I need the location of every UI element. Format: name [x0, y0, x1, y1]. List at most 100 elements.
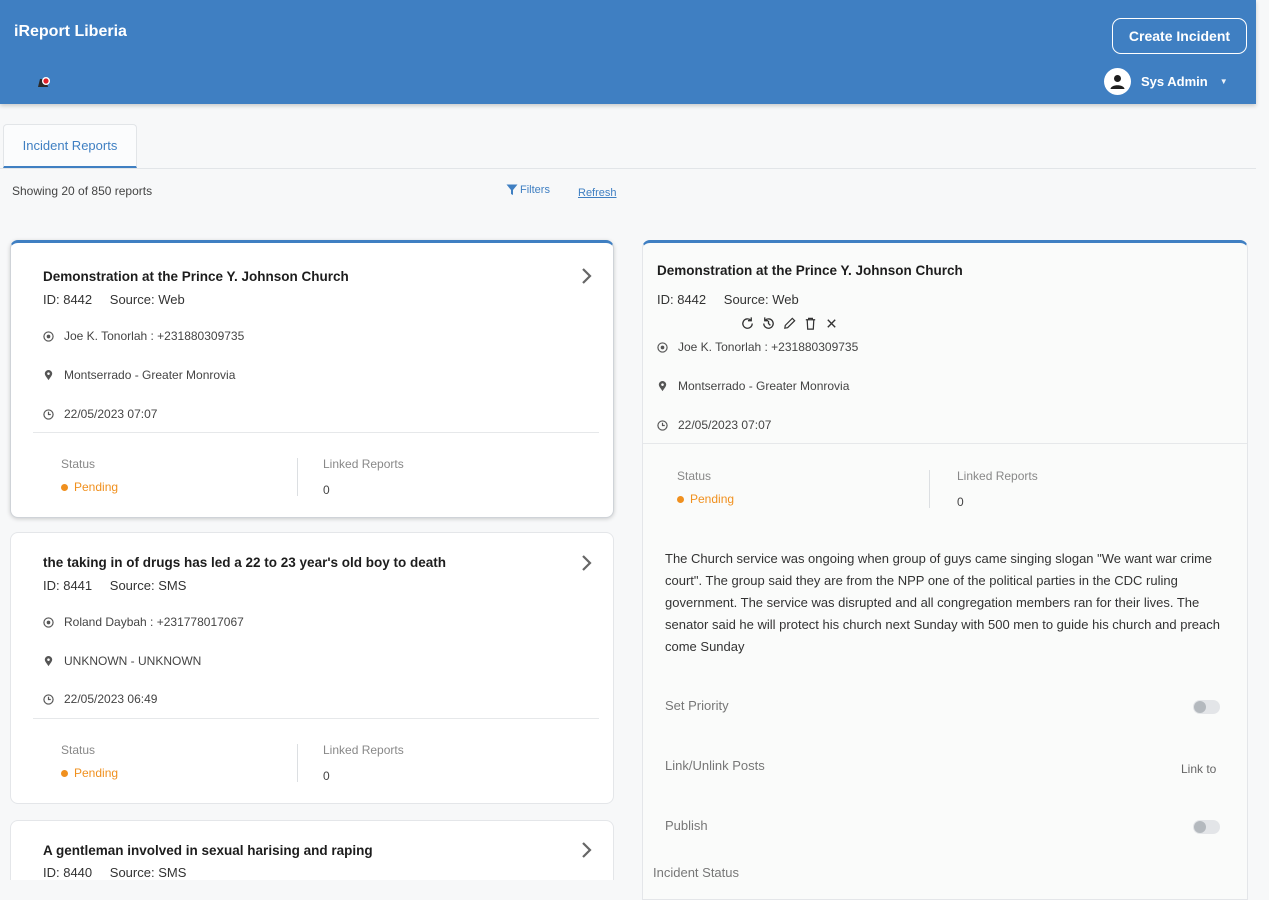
divider — [33, 432, 599, 433]
chevron-down-icon: ▼ — [1219, 77, 1228, 86]
publish-toggle[interactable] — [1193, 820, 1220, 834]
contact-icon — [43, 330, 54, 342]
reporter-row: Roland Daybah : +231778017067 — [43, 615, 244, 629]
report-id: ID: 8440 — [43, 865, 93, 880]
report-title: the taking in of drugs has led a 22 to 2… — [43, 555, 447, 570]
location-text: Montserrado - Greater Monrovia — [678, 379, 850, 393]
divider — [643, 443, 1247, 444]
report-detail-panel: Demonstration at the Prince Y. Johnson C… — [642, 240, 1248, 900]
detail-source: Source: Web — [723, 292, 799, 307]
datetime-row: 22/05/2023 07:07 — [657, 418, 771, 432]
location-pin-icon — [44, 369, 53, 380]
detail-actions — [739, 315, 839, 331]
detail-title: Demonstration at the Prince Y. Johnson C… — [657, 263, 963, 278]
clock-icon — [43, 693, 54, 705]
datetime-text: 22/05/2023 07:07 — [678, 418, 772, 432]
datetime-row: 22/05/2023 07:07 — [43, 407, 157, 421]
location-pin-icon — [658, 380, 667, 391]
divider — [297, 744, 298, 782]
report-card[interactable]: the taking in of drugs has led a 22 to 2… — [10, 532, 614, 804]
chevron-right-icon[interactable] — [581, 267, 593, 285]
reporter-text: Joe K. Tonorlah : +231880309735 — [678, 340, 859, 354]
status-text: Pending — [74, 766, 119, 780]
contact-icon — [657, 341, 668, 353]
results-count: Showing 20 of 850 reports — [12, 184, 153, 198]
report-title: A gentleman involved in sexual harising … — [43, 843, 373, 858]
chevron-right-icon[interactable] — [581, 841, 593, 859]
reporter-row: Joe K. Tonorlah : +231880309735 — [43, 329, 244, 343]
linked-reports-value: 0 — [323, 483, 330, 497]
delete-icon[interactable] — [802, 315, 818, 331]
datetime-text: 22/05/2023 07:07 — [64, 407, 158, 421]
history-icon[interactable] — [760, 315, 776, 331]
divider — [33, 718, 599, 719]
location-row: UNKNOWN - UNKNOWN — [43, 654, 201, 668]
status-label: Status — [61, 743, 96, 757]
avatar — [1104, 68, 1131, 95]
reporter-text: Joe K. Tonorlah : +231880309735 — [64, 329, 245, 343]
tab-bar: Incident Reports — [0, 124, 1256, 169]
refresh-link[interactable]: Refresh — [578, 187, 617, 199]
report-meta: ID: 8440 Source: SMS — [43, 865, 186, 880]
linked-reports-value: 0 — [957, 495, 964, 509]
report-card[interactable]: A gentleman involved in sexual harising … — [10, 820, 614, 880]
link-to-link[interactable]: Link to — [1181, 762, 1216, 776]
report-source: Source: SMS — [109, 578, 187, 593]
notification-icon[interactable] — [36, 75, 52, 89]
contact-icon — [43, 616, 54, 628]
detail-id: ID: 8442 — [657, 292, 707, 307]
status-text: Pending — [74, 480, 119, 494]
location-text: UNKNOWN - UNKNOWN — [64, 654, 202, 668]
report-title: Demonstration at the Prince Y. Johnson C… — [43, 269, 349, 284]
filters-label: Filters — [520, 184, 550, 196]
report-meta: ID: 8442 Source: Web — [43, 292, 185, 307]
divider — [297, 458, 298, 496]
report-card[interactable]: Demonstration at the Prince Y. Johnson C… — [10, 240, 614, 518]
divider — [929, 470, 930, 508]
reporter-text: Roland Daybah : +231778017067 — [64, 615, 244, 629]
report-source: Source: Web — [109, 292, 185, 307]
create-incident-button[interactable]: Create Incident — [1112, 18, 1247, 54]
linked-reports-label: Linked Reports — [323, 457, 404, 471]
chevron-right-icon[interactable] — [581, 554, 593, 572]
status-badge: Pending — [61, 480, 118, 494]
filter-icon — [506, 184, 518, 195]
refresh-icon[interactable] — [739, 315, 755, 331]
publish-label: Publish — [665, 818, 708, 833]
incident-status-label: Incident Status — [653, 865, 739, 880]
clock-icon — [43, 408, 54, 420]
status-label: Status — [61, 457, 96, 471]
report-meta: ID: 8441 Source: SMS — [43, 578, 186, 593]
datetime-row: 22/05/2023 06:49 — [43, 692, 157, 706]
report-source: Source: SMS — [109, 865, 187, 880]
tab-incident-reports[interactable]: Incident Reports — [3, 124, 137, 168]
linked-reports-label: Linked Reports — [323, 743, 404, 757]
status-badge: Pending — [61, 766, 118, 780]
report-id: ID: 8442 — [43, 292, 93, 307]
location-pin-icon — [44, 655, 53, 666]
filters-button[interactable]: Filters — [506, 184, 550, 196]
detail-meta: ID: 8442 Source: Web — [657, 292, 799, 307]
user-menu[interactable]: Sys Admin ▼ — [1104, 68, 1228, 95]
close-icon[interactable] — [823, 315, 839, 331]
edit-icon[interactable] — [781, 315, 797, 331]
status-badge: Pending — [677, 492, 734, 506]
location-text: Montserrado - Greater Monrovia — [64, 368, 236, 382]
linked-reports-value: 0 — [323, 769, 330, 783]
app-header: iReport Liberia Create Incident Sys Admi… — [0, 0, 1256, 104]
report-description: The Church service was ongoing when grou… — [665, 551, 1220, 654]
status-text: Pending — [690, 492, 735, 506]
link-posts-label: Link/Unlink Posts — [665, 758, 765, 773]
report-id: ID: 8441 — [43, 578, 93, 593]
status-label: Status — [677, 469, 712, 483]
location-row: Montserrado - Greater Monrovia — [43, 368, 235, 382]
user-icon — [1110, 75, 1125, 89]
app-title: iReport Liberia — [14, 23, 127, 40]
set-priority-label: Set Priority — [665, 698, 729, 713]
clock-icon — [657, 419, 668, 431]
datetime-text: 22/05/2023 06:49 — [64, 692, 158, 706]
user-name: Sys Admin — [1141, 74, 1208, 89]
linked-reports-label: Linked Reports — [957, 469, 1038, 483]
reporter-row: Joe K. Tonorlah : +231880309735 — [657, 340, 858, 354]
priority-toggle[interactable] — [1193, 700, 1220, 714]
